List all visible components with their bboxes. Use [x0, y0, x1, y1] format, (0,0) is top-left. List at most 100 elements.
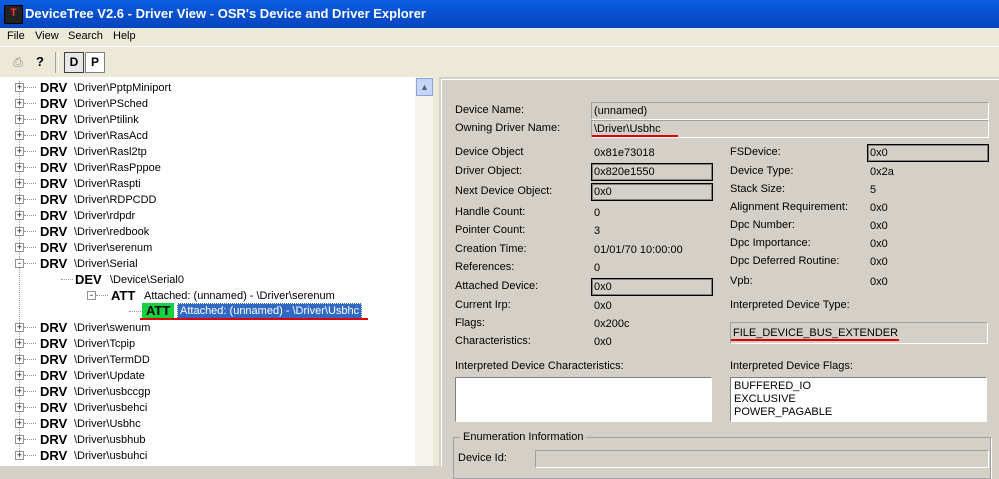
- expand-icon[interactable]: +: [15, 163, 24, 172]
- tree-item-name: \Driver\Rasl2tp: [74, 146, 147, 158]
- tree-row[interactable]: + DRV \Driver\Ptilink: [0, 112, 415, 128]
- expand-icon[interactable]: +: [15, 195, 24, 204]
- tree-row[interactable]: + DRV \Driver\RDPCDD: [0, 192, 415, 208]
- tree-row[interactable]: + DRV \Driver\serenum: [0, 240, 415, 256]
- tree-branch: [24, 327, 36, 328]
- expand-icon[interactable]: +: [15, 243, 24, 252]
- process-view-button[interactable]: P: [85, 52, 105, 73]
- field-label: Vpb:: [730, 275, 753, 287]
- tree-row[interactable]: + DRV \Driver\Raspti: [0, 176, 415, 192]
- collapse-icon[interactable]: -: [87, 291, 96, 300]
- field-value: 0x0: [594, 300, 612, 312]
- expand-icon[interactable]: +: [15, 387, 24, 396]
- expand-icon[interactable]: +: [15, 403, 24, 412]
- menu-file[interactable]: File: [7, 30, 25, 42]
- tree-item-kind: DRV: [40, 352, 68, 367]
- expand-icon[interactable]: +: [15, 99, 24, 108]
- expand-icon[interactable]: +: [15, 371, 24, 380]
- tree-row[interactable]: + DRV \Driver\usbccgp: [0, 384, 415, 400]
- field-label: FSDevice:: [730, 146, 781, 158]
- device-name-label: Device Name:: [455, 104, 525, 116]
- tree-row[interactable]: + DRV \Driver\Tcpip: [0, 336, 415, 352]
- field-label: Characteristics:: [455, 335, 531, 347]
- tree-item-name: \Driver\Serial: [74, 258, 138, 270]
- tree-branch: [24, 215, 36, 216]
- expand-icon[interactable]: +: [15, 227, 24, 236]
- flag-buffered-io: BUFFERED_IO: [734, 380, 812, 392]
- owning-driver-annotation: [592, 135, 678, 137]
- field-label: Stack Size:: [730, 183, 786, 195]
- tree-row[interactable]: DEV \Device\Serial0: [0, 272, 415, 288]
- tree-item-kind: DRV: [40, 320, 68, 335]
- tree-row[interactable]: + DRV \Driver\PptpMiniport: [0, 80, 415, 96]
- field-label: Next Device Object:: [455, 185, 553, 197]
- tree-branch: [129, 311, 141, 312]
- tree-item-kind: DRV: [40, 192, 68, 207]
- field-value: 0: [594, 262, 601, 274]
- tree-item-kind: DEV: [75, 272, 102, 287]
- field-value: 0x81e73018: [594, 147, 655, 159]
- tree-scrollbar[interactable]: ▲: [415, 77, 433, 466]
- tree-row[interactable]: + DRV \Driver\usbuhci: [0, 448, 415, 464]
- menu-search[interactable]: Search: [68, 30, 103, 42]
- driver-view-button[interactable]: D: [64, 52, 84, 73]
- interpreted-chars-label: Interpreted Device Characteristics:: [455, 360, 624, 372]
- scroll-up-icon[interactable]: ▲: [416, 78, 433, 96]
- expand-icon[interactable]: +: [15, 147, 24, 156]
- tree-item-name: \Device\Serial0: [110, 274, 184, 286]
- expand-icon[interactable]: +: [15, 419, 24, 428]
- field-value: 0x0: [594, 336, 612, 348]
- tree-row[interactable]: - DRV \Driver\Serial: [0, 256, 415, 272]
- expand-icon[interactable]: +: [15, 115, 24, 124]
- tree-row[interactable]: + DRV \Driver\RasAcd: [0, 128, 415, 144]
- tree-item-name: \Driver\TermDD: [74, 354, 150, 366]
- printer-icon[interactable]: ⎙: [8, 52, 28, 72]
- driver-tree[interactable]: + DRV \Driver\PptpMiniport + DRV \Driver\PSch…: [0, 77, 415, 466]
- tree-row[interactable]: + DRV \Driver\TermDD: [0, 352, 415, 368]
- tree-branch: [24, 263, 36, 264]
- tree-row-selected[interactable]: ATT Attached: (unnamed) - \Driver\Usbhc: [0, 303, 415, 320]
- collapse-icon[interactable]: -: [15, 259, 24, 268]
- tree-row[interactable]: + DRV \Driver\PSched: [0, 96, 415, 112]
- field-label: Dpc Number:: [730, 219, 795, 231]
- interpreted-flags-label: Interpreted Device Flags:: [730, 360, 853, 372]
- tree-row[interactable]: + DRV \Driver\Update: [0, 368, 415, 384]
- expand-icon[interactable]: +: [15, 211, 24, 220]
- tree-branch: [24, 343, 36, 344]
- field-label: Device Type:: [730, 165, 794, 177]
- expand-icon[interactable]: +: [15, 451, 24, 460]
- menu-view[interactable]: View: [35, 30, 59, 42]
- app-icon[interactable]: T: [4, 5, 23, 24]
- tree-row[interactable]: + DRV \Driver\usbhub: [0, 432, 415, 448]
- tree-item-kind: DRV: [40, 160, 68, 175]
- tree-row[interactable]: + DRV \Driver\usbehci: [0, 400, 415, 416]
- tree-item-name: Attached: (unnamed) - \Driver\serenum: [144, 290, 335, 302]
- tree-item-name: \Driver\Update: [74, 370, 145, 382]
- tree-item-kind: DRV: [40, 400, 68, 415]
- tree-row[interactable]: + DRV \Driver\RasPppoe: [0, 160, 415, 176]
- tree-row[interactable]: + DRV \Driver\redbook: [0, 224, 415, 240]
- expand-icon[interactable]: +: [15, 355, 24, 364]
- tree-item-kind: DRV: [40, 112, 68, 127]
- expand-icon[interactable]: +: [15, 131, 24, 140]
- tree-item-name[interactable]: Attached: (unnamed) - \Driver\Usbhc: [177, 303, 363, 319]
- expand-icon[interactable]: +: [15, 339, 24, 348]
- field-value: 0x2a: [870, 166, 894, 178]
- expand-icon[interactable]: +: [15, 323, 24, 332]
- help-icon[interactable]: ?: [30, 52, 50, 72]
- tree-branch: [24, 231, 36, 232]
- expand-icon[interactable]: +: [15, 435, 24, 444]
- menu-help[interactable]: Help: [113, 30, 136, 42]
- expand-icon[interactable]: +: [15, 179, 24, 188]
- tree-row[interactable]: + DRV \Driver\swenum: [0, 320, 415, 336]
- tree-item-kind: DRV: [40, 368, 68, 383]
- field-label: Handle Count:: [455, 206, 526, 218]
- tree-branch: [24, 183, 36, 184]
- tree-row[interactable]: + DRV \Driver\rdpdr: [0, 208, 415, 224]
- field-label: Current Irp:: [455, 299, 511, 311]
- tree-item-kind: DRV: [40, 80, 68, 95]
- tree-row[interactable]: + DRV \Driver\Rasl2tp: [0, 144, 415, 160]
- expand-icon[interactable]: +: [15, 83, 24, 92]
- tree-row[interactable]: + DRV \Driver\Usbhc: [0, 416, 415, 432]
- tree-row[interactable]: - ATT Attached: (unnamed) - \Driver\serenu…: [0, 288, 415, 304]
